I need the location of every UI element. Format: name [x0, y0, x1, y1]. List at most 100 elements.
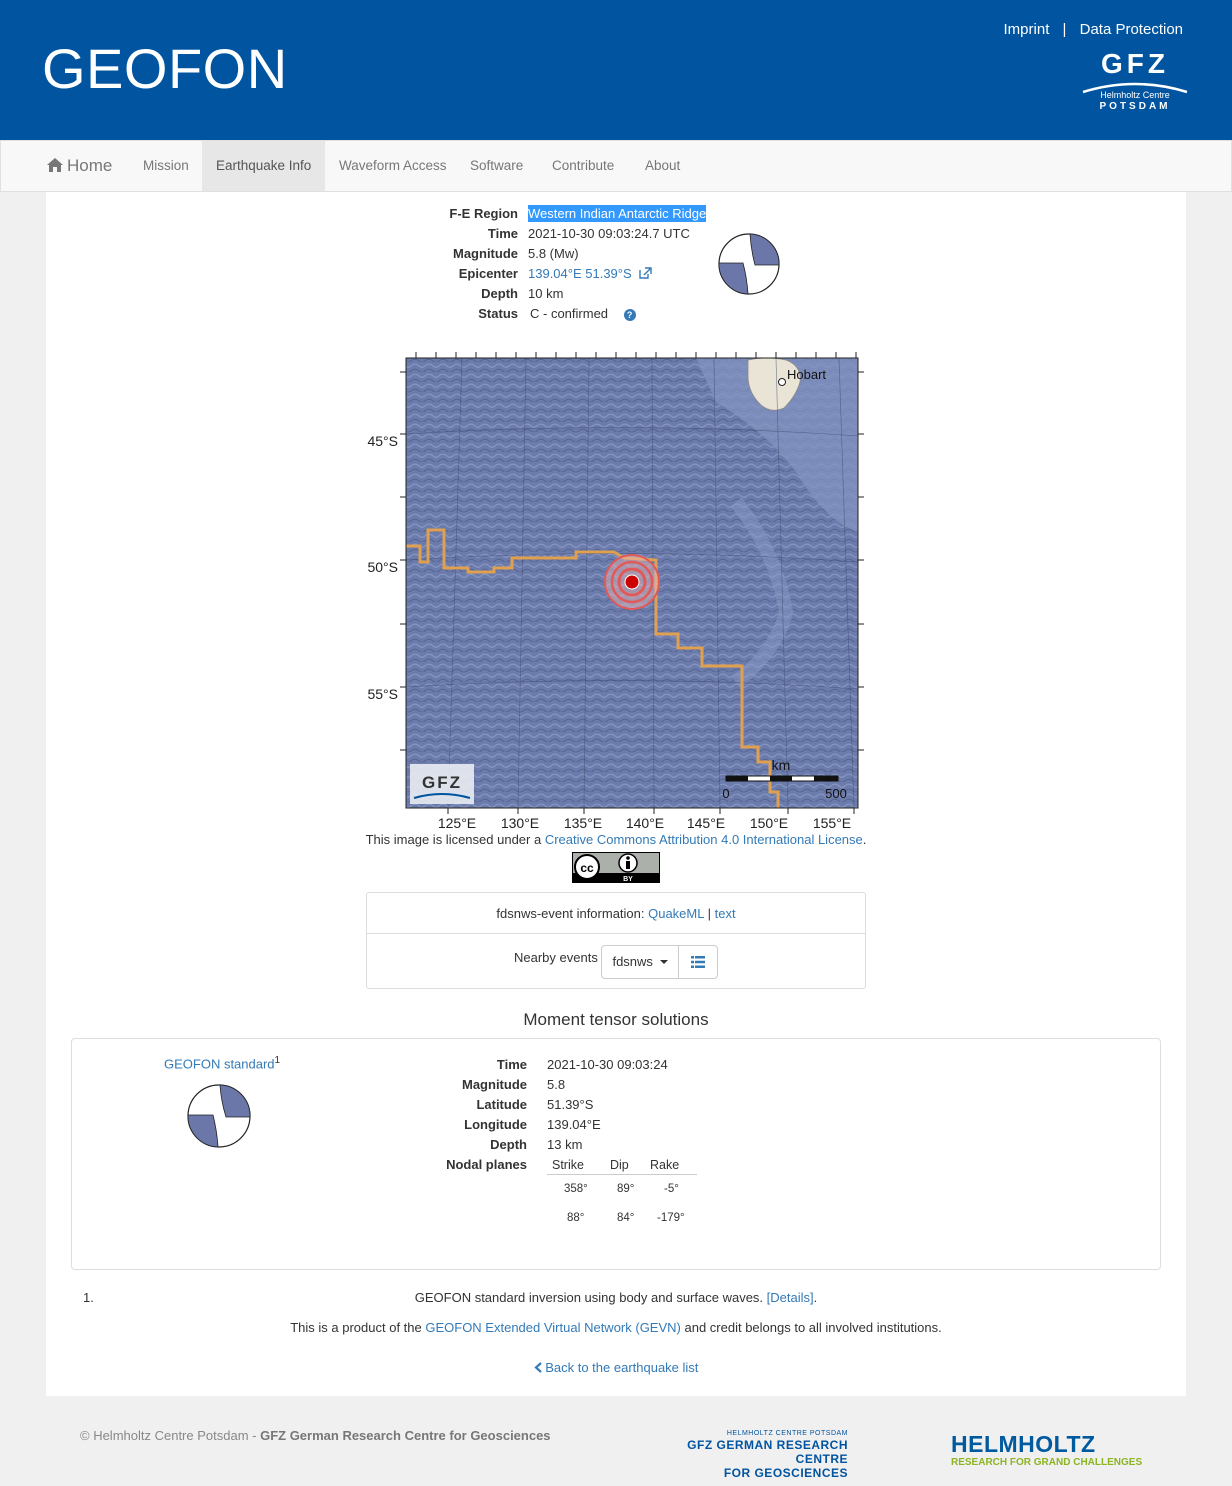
lon-label-125: 125°E — [438, 815, 476, 831]
gevn-link[interactable]: GEOFON Extended Virtual Network (GEVN) — [425, 1320, 681, 1335]
region-label-link[interactable]: F-E Region — [449, 204, 518, 224]
np-header-strike: Strike — [552, 1158, 584, 1172]
nearby-events-row: Nearby events fdsnws — [367, 934, 865, 989]
main-navbar: Home Mission Earthquake Info Waveform Ac… — [0, 140, 1232, 192]
hobart-marker — [778, 378, 786, 386]
scale-min: 0 — [722, 786, 729, 801]
np-header-dip: Dip — [610, 1158, 629, 1172]
gfz-watermark: GFZ — [410, 764, 474, 804]
nav-waveform-access[interactable]: Waveform Access — [325, 141, 461, 191]
nav-home[interactable]: Home — [33, 141, 126, 191]
status-code: C — [530, 306, 540, 321]
footer-gfz-line1: HELMHOLTZ CENTRE POTSDAM — [726, 1430, 848, 1437]
epicenter-label: Epicenter — [458, 266, 518, 281]
np-cell: 88° — [567, 1212, 585, 1224]
mt-solution-link[interactable]: GEOFON standard — [164, 1056, 275, 1071]
gfz-watermark-text: GFZ — [422, 773, 462, 792]
quakeml-link[interactable]: QuakeML — [648, 906, 704, 921]
fdsn-panel: fdsnws-event information: QuakeML | text… — [366, 892, 866, 989]
np-header-rake: Rake — [650, 1158, 680, 1172]
nav-about[interactable]: About — [631, 141, 694, 191]
list-icon — [691, 956, 705, 968]
cc-by-text: BY — [623, 876, 633, 883]
footer-copyright: © Helmholtz Centre Potsdam - GFZ German … — [80, 1428, 551, 1443]
mt-nodal-label: Nodal planes — [446, 1157, 527, 1172]
event-beachball — [718, 233, 780, 295]
gfz-logo[interactable]: GFZ Helmholtz Centre POTSDAM — [1080, 50, 1190, 124]
data-protection-link[interactable]: Data Protection — [1080, 21, 1183, 38]
np-cell: -5° — [664, 1183, 679, 1195]
cc-by-badge[interactable]: cc BY — [572, 852, 660, 883]
site-brand[interactable]: GEOFON — [42, 36, 288, 101]
mt-solution-name: GEOFON standard1 — [164, 1055, 280, 1071]
lon-label-155: 155°E — [813, 815, 851, 831]
np-cell: 84° — [617, 1212, 635, 1224]
question-circle-icon[interactable]: ? — [623, 309, 636, 321]
footnote: GEOFON standard inversion using body and… — [46, 1290, 1186, 1305]
epicenter-map: Hobart 45°S 50°S 55°S 125°E 130°E 135°E … — [367, 352, 864, 831]
scale-unit: km — [772, 757, 791, 773]
mt-latitude-label: Latitude — [476, 1097, 527, 1112]
fdsnws-dropdown[interactable]: fdsnws — [602, 946, 679, 978]
magnitude-label: Magnitude — [453, 246, 518, 261]
epicenter-link[interactable]: 139.04°E 51.39°S — [528, 266, 632, 281]
nav-earthquake-info[interactable]: Earthquake Info — [202, 141, 326, 191]
footnote-details-link[interactable]: [Details] — [767, 1290, 814, 1305]
external-link-icon[interactable] — [639, 267, 652, 279]
np-cell: -179° — [657, 1212, 685, 1224]
nav-software[interactable]: Software — [456, 141, 537, 191]
event-magnitude: 5.8 (Mw) — [528, 246, 579, 261]
mt-depth-label: Depth — [490, 1137, 527, 1152]
footer-helmholtz-logo[interactable]: HELMHOLTZ RESEARCH FOR GRAND CHALLENGES — [951, 1431, 1142, 1469]
mt-longitude-row: Longitude 139.04°E — [427, 1115, 727, 1135]
mt-magnitude-label: Magnitude — [462, 1077, 527, 1092]
caret-down-icon — [659, 960, 668, 964]
mt-longitude: 139.04°E — [547, 1117, 601, 1132]
back-to-list[interactable]: Back to the earthquake list — [46, 1360, 1186, 1375]
scale-max: 500 — [825, 786, 847, 801]
link-separator: | — [1062, 21, 1067, 38]
fdsnws-dropdown-label: fdsnws — [612, 954, 653, 969]
event-region: Western Indian Antarctic Ridge — [528, 205, 707, 222]
mt-title: Moment tensor solutions — [523, 1010, 709, 1029]
list-button[interactable] — [679, 946, 717, 978]
gfz-logo-line2: POTSDAM — [1099, 101, 1171, 112]
license-text: This image is licensed under a Creative … — [46, 832, 1186, 847]
nearby-events-button-group: fdsnws — [601, 945, 718, 979]
gfz-logo-text: GFZ — [1101, 48, 1169, 79]
top-links: Imprint | Data Protection — [1004, 21, 1183, 38]
lon-label-140: 140°E — [626, 815, 664, 831]
footer-gfz-line2: GFZ GERMAN RESEARCH CENTRE — [687, 1438, 848, 1466]
credit-line: This is a product of the GEOFON Extended… — [46, 1320, 1186, 1335]
mt-time-label: Time — [496, 1057, 527, 1072]
back-link-label: Back to the earthquake list — [545, 1360, 699, 1375]
fdsn-info-row: fdsnws-event information: QuakeML | text — [367, 893, 865, 934]
time-label: Time — [487, 226, 518, 241]
mt-latitude: 51.39°S — [547, 1097, 594, 1112]
status-text: - confirmed — [543, 306, 609, 321]
footnote-end: . — [813, 1290, 818, 1305]
footer-gfz-logo[interactable]: HELMHOLTZ CENTRE POTSDAM GFZ GERMAN RESE… — [648, 1430, 848, 1480]
mt-time: 2021-10-30 09:03:24 — [547, 1057, 668, 1072]
svg-text:cc: cc — [580, 861, 594, 875]
lon-label-150: 150°E — [750, 815, 788, 831]
imprint-link[interactable]: Imprint — [1004, 21, 1050, 38]
mt-depth-row: Depth 13 km — [427, 1135, 727, 1155]
epicenter-marker — [604, 554, 660, 610]
chevron-left-icon — [533, 1362, 542, 1373]
nav-contribute[interactable]: Contribute — [538, 141, 628, 191]
site-header: GEOFON Imprint | Data Protection GFZ Hel… — [0, 0, 1232, 140]
mt-panel: GEOFON standard1 Time 2021-10-30 09:03:2… — [71, 1038, 1161, 1270]
lat-label-55: 55°S — [367, 686, 398, 702]
np-cell: 358° — [564, 1183, 588, 1195]
mt-magnitude: 5.8 — [547, 1077, 566, 1092]
license-link[interactable]: Creative Commons Attribution 4.0 Interna… — [545, 832, 863, 847]
nav-mission[interactable]: Mission — [129, 141, 203, 191]
mt-beachball — [187, 1084, 251, 1148]
lat-label-50: 50°S — [367, 559, 398, 575]
footer-copy-prefix: © Helmholtz Centre Potsdam - — [80, 1428, 261, 1443]
mt-depth: 13 km — [547, 1137, 583, 1152]
mt-footnote-ref: 1 — [274, 1055, 281, 1066]
text-link[interactable]: text — [715, 906, 736, 921]
license-suffix: . — [862, 832, 867, 847]
